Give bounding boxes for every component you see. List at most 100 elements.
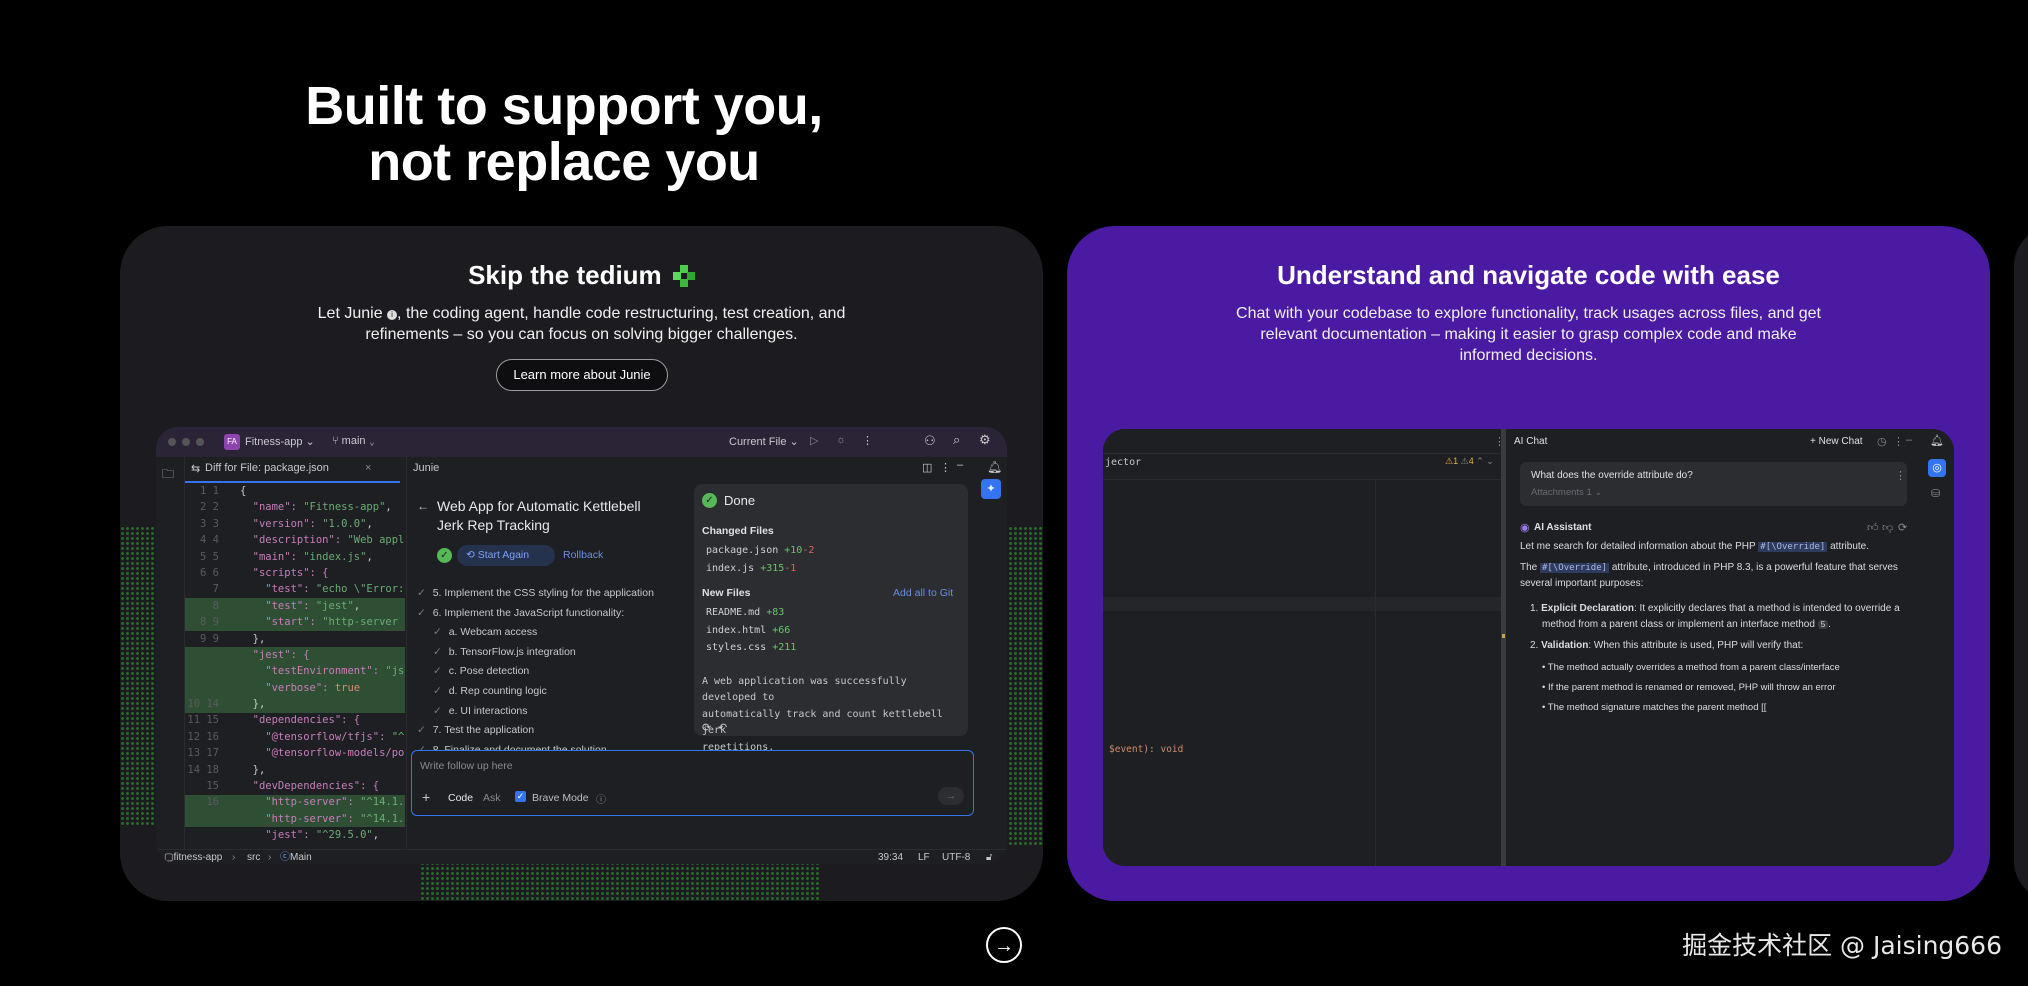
code-line: }, (240, 696, 405, 712)
start-again-button[interactable]: ⟲ Start Again (457, 545, 555, 566)
database-icon[interactable]: ⛁ (1931, 487, 1940, 500)
status-main[interactable]: ⓒMain (280, 850, 312, 864)
code-token: , (366, 517, 373, 530)
code-token: "testEnvironment": (240, 665, 386, 678)
line-number: 1 1 (200, 485, 219, 497)
bell-icon[interactable]: 🔔︎ (987, 460, 1002, 474)
follow-up-input[interactable]: Write follow up here + Code Ask ✓ Brave … (411, 750, 974, 816)
code-line: "test": "echo \"Error: (240, 581, 405, 597)
regenerate-icon[interactable]: ⟳ (1898, 521, 1907, 534)
thumbs-down-icon[interactable]: 👎︎ (1882, 521, 1893, 534)
add-to-git-link[interactable]: Add all to Git (893, 587, 953, 599)
attachments-label: Attachments 1 (1531, 487, 1592, 498)
info-icon[interactable]: i (387, 310, 398, 320)
line-number: 9 9 (200, 632, 219, 645)
lock-icon[interactable]: 🔓︎ (986, 850, 992, 864)
code-line: "http-server": "^14.1. (240, 811, 405, 827)
user-icon[interactable]: ⚇ (924, 433, 936, 449)
window-max-dot[interactable] (196, 438, 204, 446)
code-editor[interactable]: 1 1 2 2 3 3 4 4 5 5 6 6 7 8 8 9 9 9 10 14 11 15 12 … (185, 483, 405, 849)
status-src[interactable]: src (247, 850, 260, 864)
bullet-list: • The method actually overrides a method… (1520, 658, 1940, 718)
chevron-down-icon: ⌄ (368, 435, 376, 447)
watermark: 掘金技术社区 @ Jaising666 (1682, 931, 2002, 960)
file-encoding[interactable]: UTF-8 (942, 850, 970, 864)
junie-icon[interactable]: ✦ (981, 479, 1001, 499)
additions: +83 (760, 607, 785, 618)
chat-title: AI Chat (1514, 436, 1548, 447)
close-icon[interactable]: × (365, 462, 371, 474)
cursor-position[interactable]: 39:34 (878, 850, 903, 864)
title-bar: FA Fitness-app ⌄ ⑂ main ⌄ Current File ⌄… (156, 427, 1007, 457)
list-item-text: : It explicitly declares that a method i… (1633, 602, 1900, 614)
code-line: "@tensorflow-models/po (240, 745, 405, 761)
more-icon[interactable]: ⋮ (1895, 469, 1906, 482)
project-badge: FA (224, 434, 240, 450)
layout-icon[interactable]: ◫ (922, 461, 932, 474)
code-token: "@tensorflow-models/po (240, 747, 405, 760)
file-row[interactable]: index.html +66 (706, 622, 796, 640)
status-project[interactable]: ▢fitness-app (164, 850, 222, 864)
divider (1103, 453, 1506, 454)
line-separator[interactable]: LF (918, 850, 930, 864)
mode-code-tab[interactable]: Code (448, 792, 473, 804)
tab-diff[interactable]: ⇆ Diff for File: package.json × (185, 457, 400, 483)
minimize-icon[interactable]: – (957, 459, 963, 471)
project-selector[interactable]: Fitness-app ⌄ (245, 435, 315, 448)
search-icon[interactable]: ⌕ (953, 432, 960, 448)
thumbs-up-icon[interactable]: 👍︎ (1867, 521, 1879, 534)
ai-assistant-icon[interactable]: ◎ (1928, 459, 1946, 477)
bell-icon[interactable]: 🔔︎ (1930, 434, 1944, 447)
done-card: ✓ Done Changed Files package.json +10-2 i… (694, 484, 968, 753)
code-token: "jest" (315, 599, 354, 612)
code-line: "main": "index.js", (240, 549, 405, 565)
code-token: "version": (240, 517, 323, 530)
window-close-dot[interactable] (168, 438, 176, 446)
list-item-text: method from a parent class or implement … (1542, 619, 1815, 630)
window-min-dot[interactable] (182, 438, 190, 446)
run-icon[interactable]: ▷ (810, 434, 818, 447)
editor-pane[interactable]: ⋮ jector ⚠1 ⚠4 ⌃ ⌄ $event): void (1103, 429, 1506, 866)
attachments-toggle[interactable]: Attachments 1 ⌄ (1531, 487, 1602, 498)
history-icon[interactable]: ◷ (1877, 435, 1887, 448)
warning-indicator[interactable]: ⚠1 ⚠4 ⌃ ⌄ (1445, 456, 1494, 467)
code-token: , (353, 599, 361, 612)
new-files-heading: New Files (702, 587, 751, 599)
file-row[interactable]: styles.css +211 (706, 639, 796, 657)
folder-icon[interactable]: 🗀 (162, 465, 174, 486)
plan-step: ✓ b. TensorFlow.js integration (417, 643, 687, 663)
file-row[interactable]: index.js +315-1 (706, 560, 814, 578)
learn-more-button[interactable]: Learn more about Junie (496, 359, 668, 391)
code-line: "devDependencies": { (240, 778, 405, 794)
code-token: "^14.1. (360, 812, 405, 825)
editor-tab[interactable]: jector (1105, 457, 1141, 468)
brave-mode-checkbox[interactable]: ✓ (515, 791, 526, 802)
file-row[interactable]: package.json +10-2 (706, 542, 814, 560)
more-icon[interactable]: ⋮ (862, 434, 873, 447)
refresh-icon[interactable]: ⟳ (702, 721, 711, 734)
desc-line: informed decisions. (1459, 347, 1598, 364)
code-line: "http-server": "^14.1. (240, 794, 405, 810)
gear-icon[interactable]: ⚙ (979, 432, 991, 448)
run-config-selector[interactable]: Current File ⌄ (729, 435, 799, 448)
next-card-peek[interactable] (2014, 226, 2028, 901)
plan-step-text: e. UI interactions (448, 704, 528, 717)
more-icon[interactable]: ⋮ (940, 461, 951, 474)
help-icon[interactable]: ⓘ (596, 791, 606, 806)
debug-icon[interactable]: ☼ (836, 434, 846, 446)
back-arrow-icon[interactable]: ← (417, 499, 429, 513)
send-button[interactable]: → (938, 787, 964, 805)
minimize-icon[interactable]: – (1906, 434, 1912, 446)
branch-selector[interactable]: ⑂ main ⌄ (332, 435, 375, 447)
undo-icon[interactable]: ↶ (718, 721, 727, 734)
ai-assistant-logo-icon: ◉ (1520, 522, 1530, 534)
file-row[interactable]: README.md +83 (706, 604, 796, 622)
rollback-link[interactable]: Rollback (563, 549, 603, 561)
new-chat-button[interactable]: + New Chat (1810, 436, 1863, 447)
next-arrow-button[interactable]: → (986, 927, 1022, 963)
desc-junie: Let Junie (317, 305, 383, 322)
reference-badge[interactable]: 5 (1817, 620, 1829, 629)
mode-ask-tab[interactable]: Ask (483, 792, 501, 804)
add-icon[interactable]: + (422, 789, 430, 805)
more-icon[interactable]: ⋮ (1893, 435, 1904, 448)
